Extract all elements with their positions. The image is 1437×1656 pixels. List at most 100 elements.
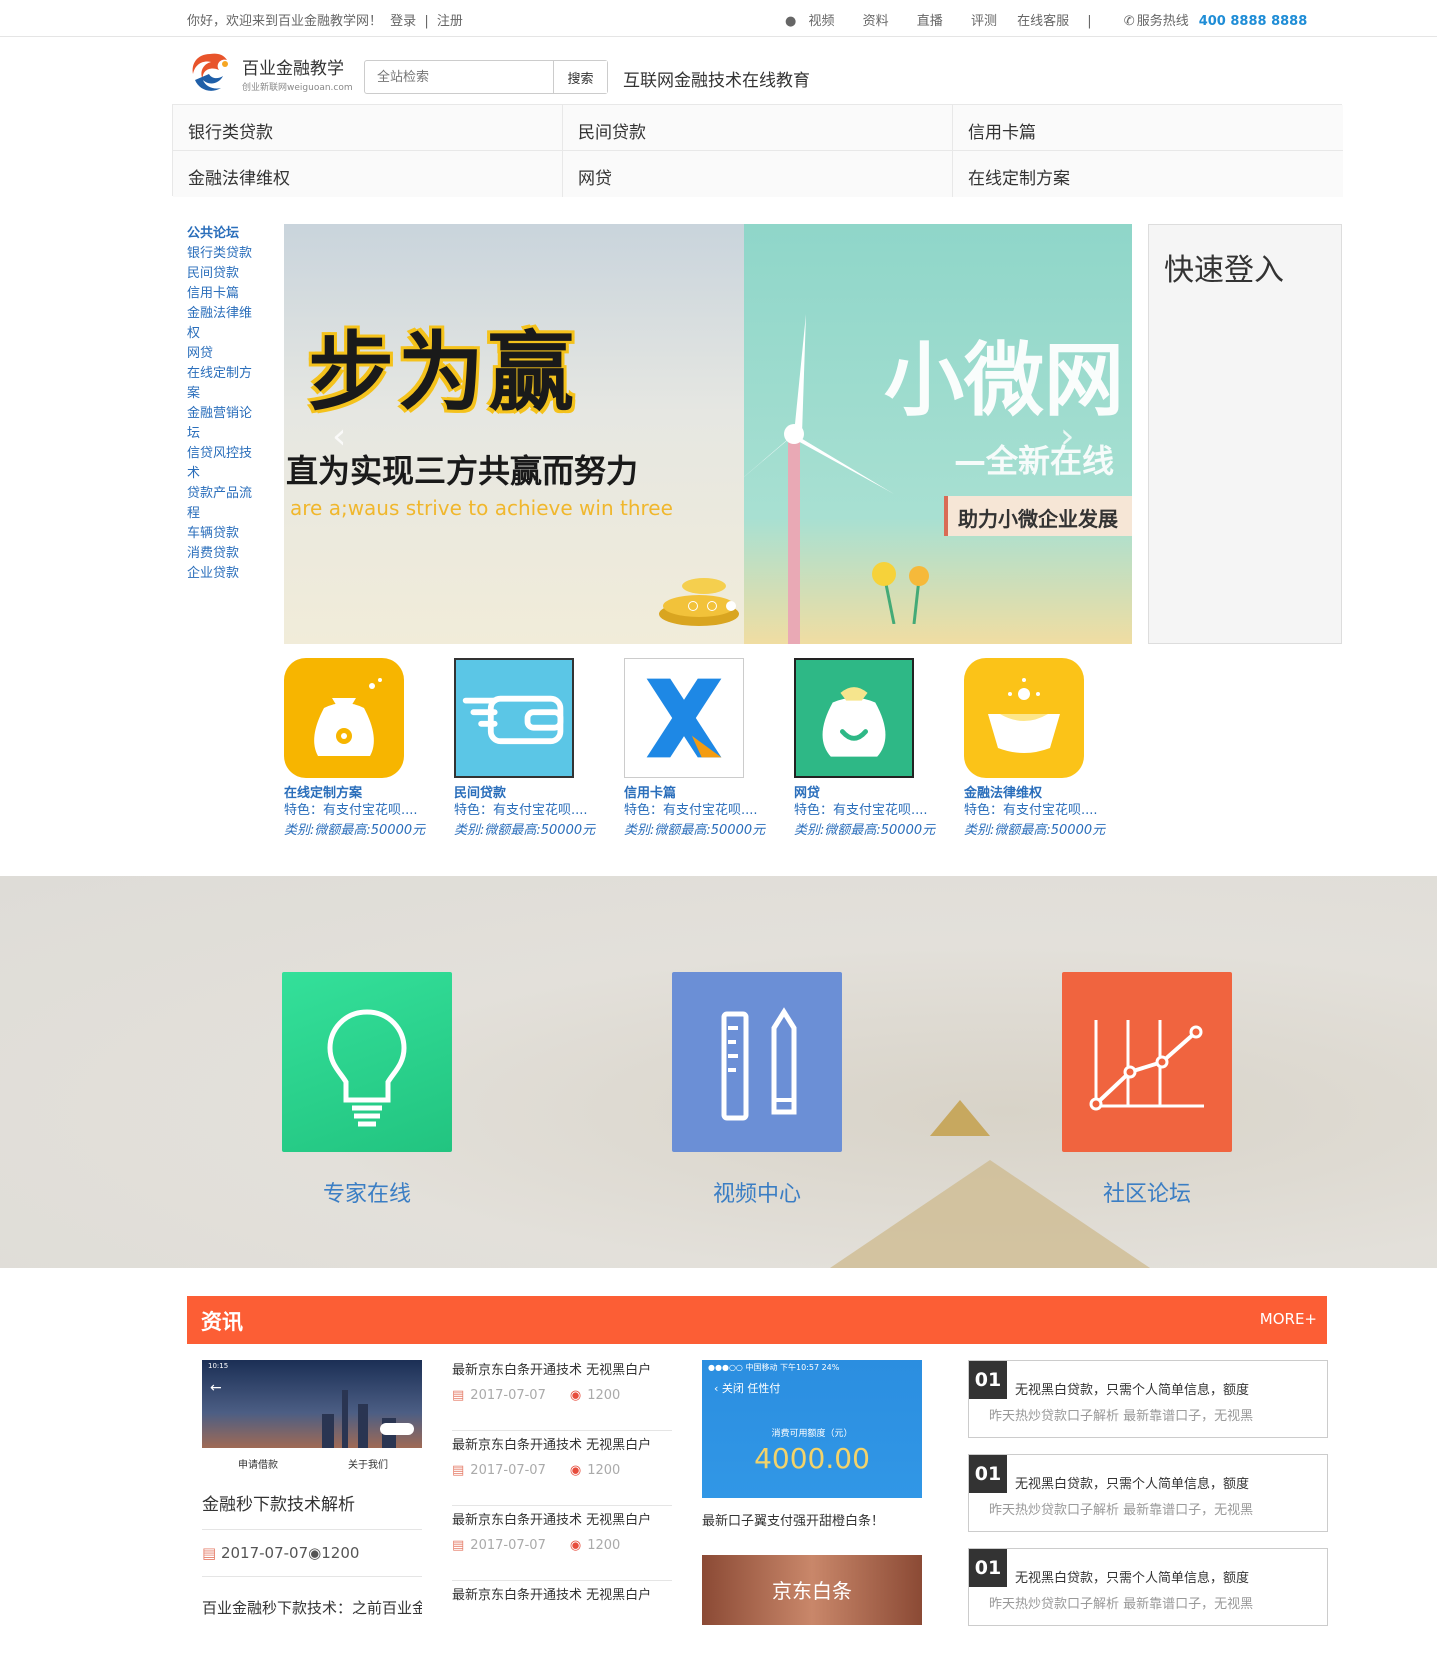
welcome-text: 你好，欢迎来到百业金融教学网！ (187, 14, 383, 29)
feature-tile-experts[interactable] (282, 972, 452, 1152)
sidebar-item-loan-process[interactable]: 贷款产品流程 (187, 484, 253, 524)
winged-wallet-icon (454, 658, 574, 778)
eye-icon: ◉ (569, 1463, 582, 1478)
sidebar-item-legal-rights[interactable]: 金融法律维权 (187, 304, 253, 344)
category-bank-loans[interactable]: 银行类贷款 (173, 105, 563, 151)
logo-swirl-icon (192, 53, 228, 91)
phone-status-bar: ●●●○○ 中国移动 下午10:57 24% (708, 1363, 840, 1372)
category-p2p-loans[interactable]: 网贷 (563, 151, 953, 197)
calendar-icon: ▤ (452, 1463, 465, 1478)
feature-label-video[interactable]: 视频中心 (672, 1176, 842, 1208)
ranked-news-summary: 昨天热炒贷款口子解析 最新靠谱口子，无视黑 (989, 1597, 1254, 1612)
top-link-service[interactable]: 在线客服 (1017, 14, 1069, 29)
product-card[interactable]: 金融法律维权 特色：有支付宝花呗.... 类别:微额最高:50000元 (964, 658, 1124, 841)
product-title[interactable]: 金融法律维权 (964, 782, 1124, 801)
phone-credit-amount: 4000.00 (754, 1442, 870, 1475)
sidebar-item-marketing-forum[interactable]: 金融营销论坛 (187, 404, 253, 444)
product-card[interactable]: 网贷 特色：有支付宝花呗.... 类别:微额最高:50000元 (794, 658, 954, 841)
search-button[interactable]: 搜索 (553, 61, 607, 93)
top-link-live[interactable]: 直播 (917, 14, 943, 29)
ranked-news-title[interactable]: 无视黑白贷款，只需个人简单信息，额度 (1015, 1567, 1249, 1586)
sidebar-item-consumer-loans[interactable]: 消费贷款 (187, 544, 253, 564)
news-promo-caption[interactable]: 最新口子翼支付强开甜橙白条！ (702, 1510, 922, 1529)
eye-icon: ◉ (569, 1538, 582, 1553)
news-item-views: 1200 (587, 1538, 621, 1553)
news-list-item[interactable]: 最新京东白条开通技术 无视黑白户 (452, 1581, 672, 1656)
banner-dot-1[interactable] (688, 601, 698, 611)
sidebar-item-public-forum[interactable]: 公共论坛 (187, 224, 253, 244)
ranked-news-item[interactable]: 01 无视黑白贷款，只需个人简单信息，额度 昨天热炒贷款口子解析 最新靠谱口子，… (968, 1454, 1328, 1532)
news-more-link[interactable]: MORE+ (1260, 1310, 1317, 1328)
top-link-review[interactable]: 评测 (971, 14, 997, 29)
product-card[interactable]: 在线定制方案 特色：有支付宝花呗.... 类别:微额最高:50000元 (284, 658, 444, 841)
news-feature[interactable]: 10:15 ← 申请借款 关于我们 金融秒下款技术解析 ▤ 2017-07-07… (202, 1360, 422, 1618)
register-link[interactable]: 注册 (437, 14, 463, 29)
news-promo-image: ●●●○○ 中国移动 下午10:57 24% ‹ 关闭 任性付 消费可用额度（元… (702, 1360, 922, 1498)
ranked-news-summary: 昨天热炒贷款口子解析 最新靠谱口子，无视黑 (989, 1409, 1254, 1424)
feature-tile-video[interactable] (672, 972, 842, 1152)
smile-bag-icon (794, 658, 914, 778)
quick-login-title: 快速登入 (1164, 253, 1284, 288)
product-title[interactable]: 网贷 (794, 782, 954, 801)
news-item-date: 2017-07-07 (470, 1538, 546, 1553)
banner-dots (688, 596, 740, 615)
category-credit-card[interactable]: 信用卡篇 (953, 105, 1343, 151)
sidebar-item-custom-plan[interactable]: 在线定制方案 (187, 364, 253, 404)
hotline-label: 服务热线 (1136, 14, 1189, 29)
product-title[interactable]: 信用卡篇 (624, 782, 784, 801)
feature-tile-forum[interactable] (1062, 972, 1232, 1152)
category-private-loans[interactable]: 民间贷款 (563, 105, 953, 151)
rank-badge: 01 (969, 1361, 1007, 1399)
news-feature-title[interactable]: 金融秒下款技术解析 (202, 1490, 422, 1515)
site-search: 搜索 (364, 60, 608, 94)
news-list-item[interactable]: 最新京东白条开通技术 无视黑白户 ▤ 2017-07-07 ◉ 1200 (452, 1431, 672, 1506)
search-input[interactable] (365, 61, 555, 93)
category-legal-rights[interactable]: 金融法律维权 (173, 151, 563, 197)
sidebar-item-vehicle-loans[interactable]: 车辆贷款 (187, 524, 253, 544)
user-icon: ● (785, 14, 797, 29)
sidebar-item-credit-card[interactable]: 信用卡篇 (187, 284, 253, 304)
top-link-video[interactable]: 视频 (808, 14, 834, 29)
svg-text:10:15: 10:15 (208, 1362, 228, 1370)
login-link[interactable]: 登录 (390, 14, 416, 29)
site-logo[interactable]: 百业金融教学 创业新联网weiguoan.com (187, 50, 353, 98)
ranked-news-title[interactable]: 无视黑白贷款，只需个人简单信息，额度 (1015, 1379, 1249, 1398)
sidebar-item-risk-control[interactable]: 信贷风控技术 (187, 444, 253, 484)
news-ranked-list: 01 无视黑白贷款，只需个人简单信息，额度 昨天热炒贷款口子解析 最新靠谱口子，… (968, 1360, 1328, 1642)
product-title[interactable]: 民间贷款 (454, 782, 614, 801)
product-meta: 类别:微额最高:50000元 (794, 823, 936, 838)
ranked-news-item[interactable]: 01 无视黑白贷款，只需个人简单信息，额度 昨天热炒贷款口子解析 最新靠谱口子，… (968, 1360, 1328, 1438)
banner-next-arrow[interactable]: › (1060, 416, 1074, 457)
top-bar: 你好，欢迎来到百业金融教学网！ 登录 | 注册 ● 视频 资料 直播 评测 在线… (0, 0, 1437, 37)
product-card[interactable]: 信用卡篇 特色：有支付宝花呗.... 类别:微额最高:50000元 (624, 658, 784, 841)
product-card[interactable]: 民间贷款 特色：有支付宝花呗.... 类别:微额最高:50000元 (454, 658, 614, 841)
news-promo[interactable]: ●●●○○ 中国移动 下午10:57 24% ‹ 关闭 任性付 消费可用额度（元… (702, 1360, 922, 1625)
product-title[interactable]: 在线定制方案 (284, 782, 444, 801)
feature-label-forum[interactable]: 社区论坛 (1062, 1176, 1232, 1208)
news-title: 资讯 (201, 1310, 243, 1334)
category-custom-plan[interactable]: 在线定制方案 (953, 151, 1343, 197)
news-feature-title-2[interactable]: 百业金融秒下款技术：之前百业金 (202, 1597, 422, 1618)
news-item-title[interactable]: 最新京东白条开通技术 无视黑白户 (452, 1581, 672, 1603)
top-link-docs[interactable]: 资料 (863, 14, 889, 29)
news-item-title[interactable]: 最新京东白条开通技术 无视黑白户 (452, 1506, 672, 1528)
news-list-item[interactable]: 最新京东白条开通技术 无视黑白户 ▤ 2017-07-07 ◉ 1200 (452, 1506, 672, 1581)
ranked-news-item[interactable]: 01 无视黑白贷款，只需个人简单信息，额度 昨天热炒贷款口子解析 最新靠谱口子，… (968, 1548, 1328, 1626)
banner-carousel[interactable]: 步为赢 直为实现三方共赢而努力 are a;waus strive to ach… (284, 224, 1132, 644)
news-promo-image-2[interactable]: 京东白条 (702, 1555, 922, 1625)
banner-dot-2[interactable] (707, 601, 718, 611)
banner-dot-3[interactable] (726, 601, 737, 611)
news-item-date: 2017-07-07 (470, 1388, 546, 1403)
news-item-title[interactable]: 最新京东白条开通技术 无视黑白户 (452, 1431, 672, 1453)
sidebar-item-business-loans[interactable]: 企业贷款 (187, 564, 253, 584)
banner-prev-arrow[interactable]: ‹ (332, 416, 346, 457)
divider (202, 1576, 422, 1577)
news-item-title[interactable]: 最新京东白条开通技术 无视黑白户 (452, 1356, 672, 1378)
product-meta: 类别:微额最高:50000元 (624, 823, 766, 838)
feature-label-experts[interactable]: 专家在线 (282, 1176, 452, 1208)
ranked-news-title[interactable]: 无视黑白贷款，只需个人简单信息，额度 (1015, 1473, 1249, 1492)
sidebar-item-p2p[interactable]: 网贷 (187, 344, 253, 364)
news-list-item[interactable]: 最新京东白条开通技术 无视黑白户 ▤ 2017-07-07 ◉ 1200 (452, 1356, 672, 1431)
sidebar-item-private-loans[interactable]: 民间贷款 (187, 264, 253, 284)
sidebar-item-bank-loans[interactable]: 银行类贷款 (187, 244, 253, 264)
